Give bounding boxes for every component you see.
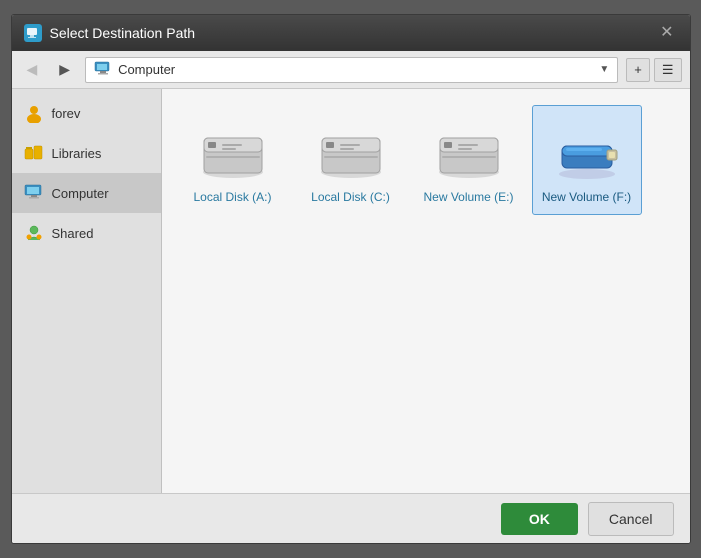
- list-item[interactable]: Local Disk (A:): [178, 105, 288, 215]
- drive-e-label: New Volume (E:): [423, 190, 513, 206]
- app-icon: [24, 24, 42, 42]
- dialog: Select Destination Path ✕ ◀ ▶ Computer ▼…: [11, 14, 691, 544]
- title-bar: Select Destination Path ✕: [12, 15, 690, 51]
- list-item[interactable]: Local Disk (C:): [296, 105, 406, 215]
- drive-f-label: New Volume (F:): [542, 190, 631, 206]
- libraries-icon: [24, 143, 44, 163]
- drive-f-icon: [551, 124, 623, 184]
- shared-icon: [24, 223, 44, 243]
- file-area: Local Disk (A:) Local Disk (C:): [162, 89, 690, 493]
- back-button[interactable]: ◀: [20, 57, 45, 82]
- ok-button[interactable]: OK: [501, 503, 578, 535]
- sidebar-item-forev[interactable]: forev: [12, 93, 161, 133]
- toolbar: ◀ ▶ Computer ▼ + ☰: [12, 51, 690, 89]
- new-folder-button[interactable]: +: [626, 58, 650, 82]
- sidebar-item-computer[interactable]: Computer: [12, 173, 161, 213]
- sidebar-item-shared[interactable]: Shared: [12, 213, 161, 253]
- list-view-button[interactable]: ☰: [654, 58, 682, 82]
- sidebar: forev Libraries: [12, 89, 162, 493]
- sidebar-item-libraries[interactable]: Libraries: [12, 133, 161, 173]
- title-bar-left: Select Destination Path: [24, 24, 196, 42]
- close-button[interactable]: ✕: [656, 23, 677, 43]
- drive-a-label: Local Disk (A:): [193, 190, 271, 206]
- bottom-bar: OK Cancel: [12, 493, 690, 543]
- list-item[interactable]: New Volume (F:): [532, 105, 642, 215]
- drive-c-label: Local Disk (C:): [311, 190, 390, 206]
- path-label: Computer: [118, 62, 593, 77]
- computer-icon: [24, 183, 44, 203]
- sidebar-item-forev-label: forev: [52, 106, 81, 121]
- sidebar-item-shared-label: Shared: [52, 226, 94, 241]
- path-dropdown[interactable]: ▼: [599, 64, 609, 75]
- toolbar-actions: + ☰: [626, 58, 681, 82]
- drive-c-icon: [315, 124, 387, 184]
- forward-button[interactable]: ▶: [52, 57, 77, 82]
- sidebar-item-computer-label: Computer: [52, 186, 109, 201]
- cancel-button[interactable]: Cancel: [588, 502, 674, 536]
- list-item[interactable]: New Volume (E:): [414, 105, 524, 215]
- path-bar: Computer ▼: [85, 57, 618, 83]
- content: forev Libraries: [12, 89, 690, 493]
- user-icon: [24, 103, 44, 123]
- sidebar-item-libraries-label: Libraries: [52, 146, 102, 161]
- drive-a-icon: [197, 124, 269, 184]
- drive-e-icon: [433, 124, 505, 184]
- computer-path-icon: [94, 61, 112, 78]
- dialog-title: Select Destination Path: [50, 25, 196, 41]
